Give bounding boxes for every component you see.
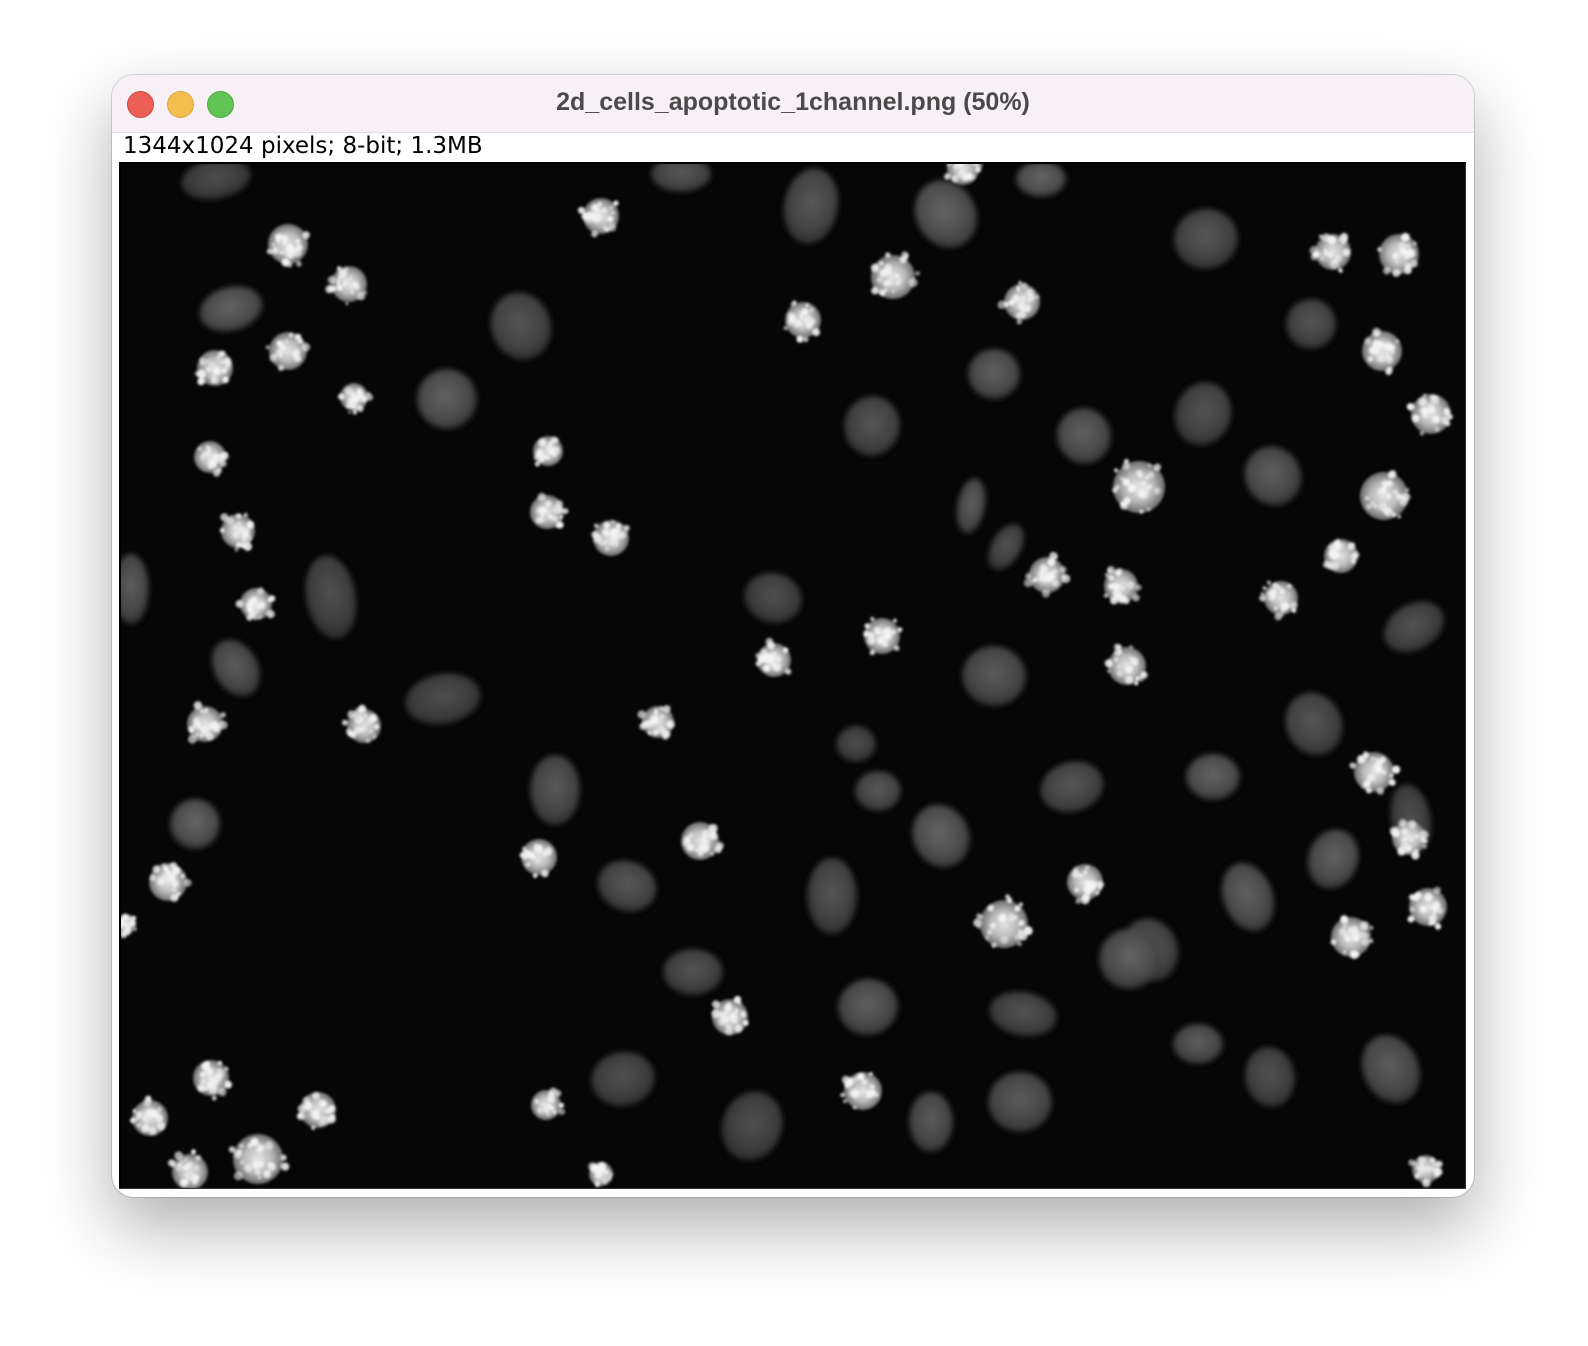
nucleus <box>836 726 876 762</box>
nucleus <box>170 799 220 849</box>
title-bar[interactable]: 2d_cells_apoptotic_1channel.png (50%) <box>112 75 1474 133</box>
nucleus <box>530 755 580 825</box>
window-title: 2d_cells_apoptotic_1channel.png (50%) <box>556 88 1030 116</box>
nucleus <box>663 949 723 995</box>
image-canvas[interactable] <box>119 162 1466 1189</box>
nucleus <box>909 1092 953 1152</box>
image-info-label: 1344x1024 pixels; 8-bit; 1.3MB <box>123 133 483 159</box>
nucleus <box>855 771 901 811</box>
nucleus <box>988 1072 1052 1132</box>
nucleus <box>968 349 1020 399</box>
nucleus <box>1173 1024 1223 1064</box>
microscopy-image[interactable] <box>121 164 1465 1188</box>
nucleus <box>807 858 857 934</box>
nucleus <box>1186 754 1240 800</box>
image-window: 2d_cells_apoptotic_1channel.png (50%) 13… <box>112 75 1474 1197</box>
nucleus <box>1099 929 1159 989</box>
